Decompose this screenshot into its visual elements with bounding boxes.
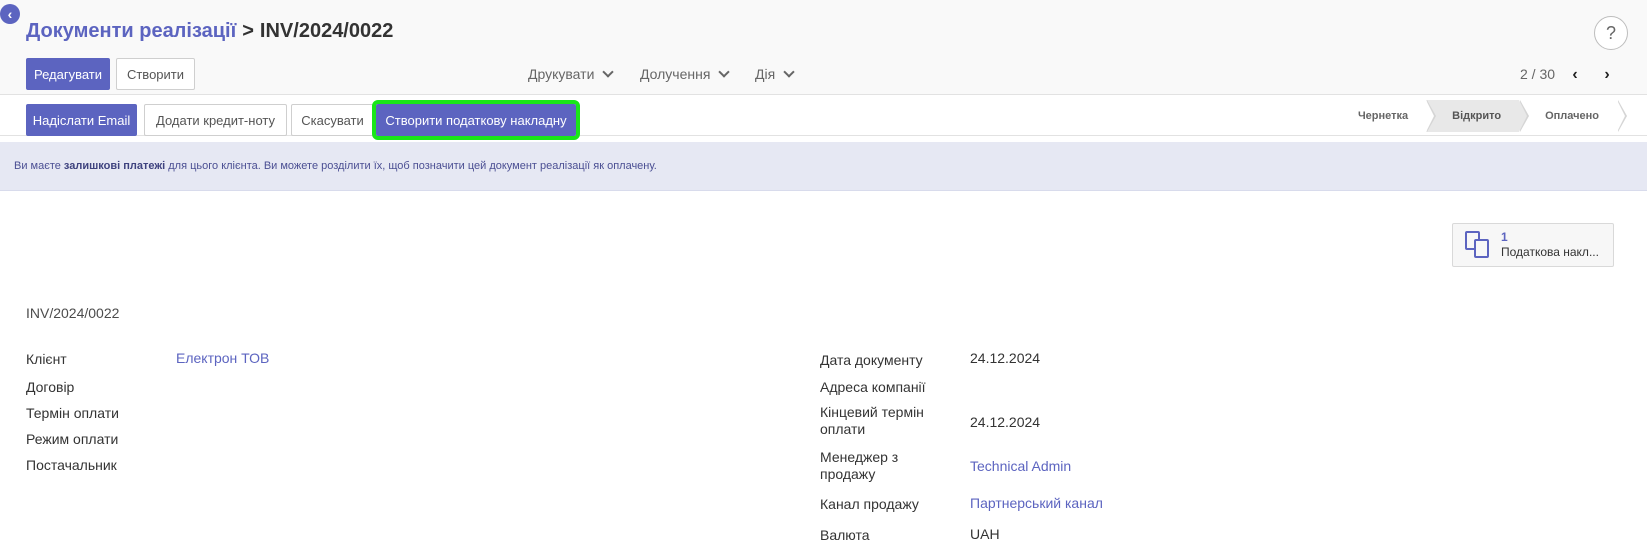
create-button[interactable]: Створити	[116, 58, 195, 90]
tax-invoice-smart-button[interactable]: 1 Податкова накл...	[1452, 223, 1614, 267]
attachments-menu-label: Долучення	[640, 66, 711, 82]
due-date-label-line2: оплати	[820, 421, 866, 437]
sales-manager-label-line1: Менеджер з	[820, 449, 899, 465]
due-date-label-line1: Кінцевий термін	[820, 404, 924, 420]
breadcrumb-parent-link[interactable]: Документи реалізації	[26, 20, 236, 42]
sales-manager-label-line2: продажу	[820, 466, 876, 482]
status-step-open[interactable]: Відкрито	[1426, 100, 1530, 132]
sales-manager-label: Менеджер з продажу	[820, 449, 898, 483]
pager-previous-icon[interactable]: ‹	[1568, 66, 1582, 83]
documents-icon	[1465, 231, 1491, 259]
document-date-label: Дата документу	[820, 352, 923, 368]
contract-label: Договір	[26, 379, 75, 395]
back-arrow-icon[interactable]: ‹	[0, 4, 20, 24]
send-email-button[interactable]: Надіслати Email	[26, 104, 137, 136]
currency-value: UAH	[970, 526, 1000, 542]
client-label: Клієнт	[26, 351, 67, 367]
sales-channel-value-link[interactable]: Партнерський канал	[970, 495, 1103, 511]
due-date-label: Кінцевий термін оплати	[820, 404, 924, 438]
outstanding-payments-alert: Ви маєте залишкові платежі для цього клі…	[0, 142, 1647, 191]
status-step-label: Відкрито	[1452, 110, 1502, 122]
print-menu-label: Друкувати	[528, 66, 595, 82]
sales-manager-value-link[interactable]: Technical Admin	[970, 458, 1071, 474]
pager-next-icon[interactable]: ›	[1600, 66, 1614, 83]
client-value-link[interactable]: Електрон ТОВ	[176, 350, 269, 366]
breadcrumb-separator: >	[242, 20, 254, 42]
status-step-label: Чернетка	[1357, 110, 1409, 122]
breadcrumb-current: INV/2024/0022	[259, 20, 394, 42]
document-date-value: 24.12.2024	[970, 350, 1041, 366]
supplier-label: Постачальник	[26, 457, 117, 473]
action-menu[interactable]: Дія	[755, 65, 795, 82]
status-steps: Чернетка Відкрито Оплачено	[1331, 100, 1627, 132]
status-step-draft[interactable]: Чернетка	[1331, 100, 1437, 132]
due-date-value: 24.12.2024	[970, 414, 1041, 430]
breadcrumb: Документи реалізації > INV/2024/0022	[26, 20, 393, 43]
attachments-menu[interactable]: Долучення	[640, 65, 731, 82]
control-panel: ‹ Документи реалізації > INV/2024/0022 ? Р…	[0, 0, 1647, 95]
edit-button[interactable]: Редагувати	[26, 58, 110, 90]
print-menu[interactable]: Друкувати	[528, 65, 615, 82]
currency-label: Валюта	[820, 527, 870, 543]
pager-value[interactable]: 2 / 30	[1520, 66, 1555, 82]
add-credit-note-button[interactable]: Додати кредит-ноту	[144, 104, 287, 136]
alert-suffix: для цього клієнта. Ви можете розділити ї…	[165, 160, 657, 172]
smart-button-label: Податкова накл...	[1501, 245, 1599, 259]
record-name: INV/2024/0022	[26, 305, 120, 321]
chevron-down-icon	[783, 65, 795, 78]
alert-link[interactable]: залишкові платежі	[64, 160, 165, 172]
smart-button-count: 1	[1501, 230, 1508, 244]
create-tax-invoice-button[interactable]: Створити податкову накладну	[372, 100, 580, 140]
action-menu-label: Дія	[755, 66, 776, 82]
chevron-down-icon	[718, 65, 731, 78]
payment-mode-label: Режим оплати	[26, 431, 119, 447]
status-step-label: Оплачено	[1545, 110, 1599, 122]
sales-channel-label: Канал продажу	[820, 496, 919, 512]
company-address-label: Адреса компанії	[820, 379, 926, 395]
status-step-paid[interactable]: Оплачено	[1519, 100, 1627, 132]
chevron-down-icon	[602, 65, 615, 78]
alert-prefix: Ви маєте	[14, 160, 64, 172]
payment-term-label: Термін оплати	[26, 405, 119, 421]
cancel-button[interactable]: Скасувати	[291, 104, 374, 136]
help-icon[interactable]: ?	[1594, 16, 1628, 50]
